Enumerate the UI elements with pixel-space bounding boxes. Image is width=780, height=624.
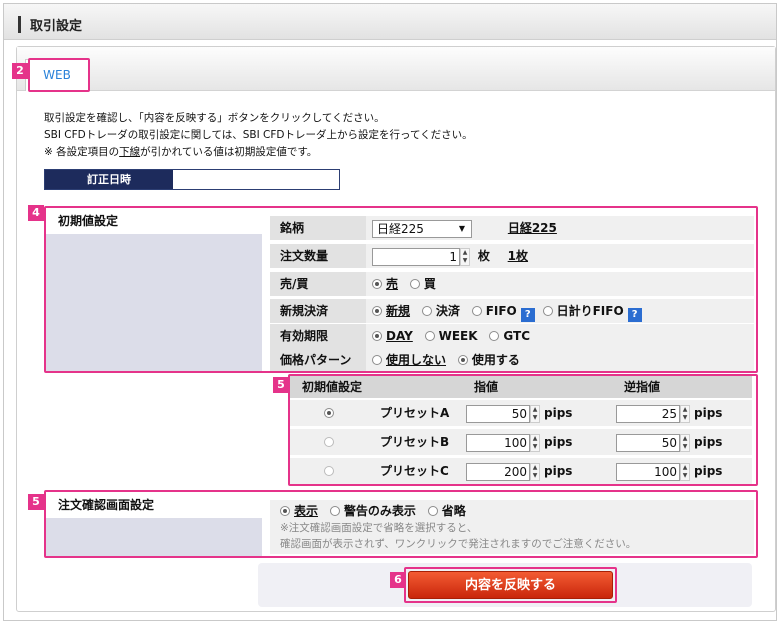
note-line-2: SBI CFDトレーダの取引設定に関しては、SBI CFDトレーダ上から設定を行… <box>44 129 473 141</box>
note-line-1: 取引設定を確認し、「内容を反映する」ボタンをクリックしてください。 <box>44 112 385 124</box>
timestamp-box: 訂正日時 <box>44 169 340 190</box>
highlight-tab <box>28 58 90 92</box>
marker-5-label: 5 <box>28 494 44 510</box>
highlight-apply <box>404 567 617 603</box>
header-bar-icon <box>18 16 21 33</box>
highlight-initial-settings <box>44 206 758 373</box>
marker-6: 6 <box>390 572 406 588</box>
page-title: 取引設定 <box>30 19 83 34</box>
page-header: 取引設定 <box>4 4 776 40</box>
marker-4: 5 <box>273 377 289 393</box>
marker-3: 4 <box>28 205 44 221</box>
timestamp-label: 訂正日時 <box>45 170 173 189</box>
highlight-presets <box>288 374 758 486</box>
underline-word: 下線 <box>119 146 141 158</box>
highlight-confirm <box>44 490 758 558</box>
tab-bar: WEB <box>17 47 775 91</box>
marker-2-label: 2 <box>12 63 28 79</box>
note-line-3: ※ 各設定項目の下線が引かれている値は初期設定値です。 <box>44 146 318 158</box>
